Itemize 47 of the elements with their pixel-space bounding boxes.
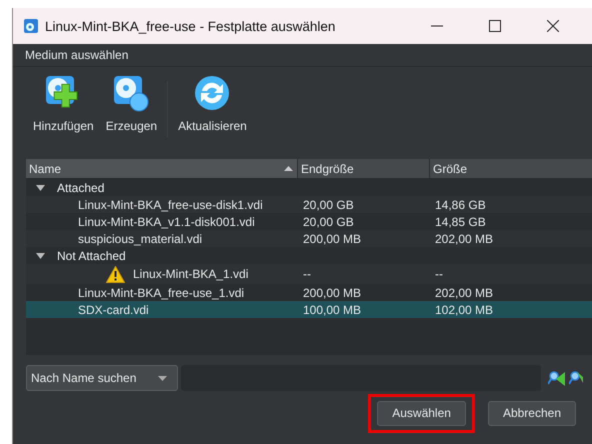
table-cell: SDX-card.vdi bbox=[78, 302, 149, 316]
table-cell: Linux-Mint-BKA_v1.1-disk001.vdi bbox=[78, 214, 255, 228]
search-next-icon[interactable] bbox=[569, 369, 583, 387]
search-mode-dropdown[interactable]: Nach Name suchen bbox=[26, 365, 178, 391]
column-header[interactable]: Größe bbox=[430, 159, 592, 178]
table-cell: suspicious_material.vdi bbox=[78, 232, 202, 246]
toolbar-button[interactable]: Aktualisieren bbox=[176, 73, 249, 145]
column-header[interactable]: Name bbox=[26, 159, 298, 178]
disk-create-icon bbox=[111, 73, 152, 113]
maximize-icon[interactable] bbox=[489, 20, 501, 32]
app-icon bbox=[23, 18, 39, 34]
table-cell: 100,00 MB bbox=[303, 302, 362, 316]
table-cell: Linux-Mint-BKA_free-use_1.vdi bbox=[78, 286, 244, 300]
table-row[interactable]: Linux-Mint-BKA_free-use_1.vdi 200,00 MB 202,00 MB bbox=[26, 284, 592, 301]
close-icon[interactable] bbox=[547, 20, 559, 32]
table-cell: 20,00 GB bbox=[303, 214, 354, 228]
table-cell: 20,00 GB bbox=[303, 198, 354, 212]
table-cell: -- bbox=[303, 267, 311, 281]
table-cell: 102,00 MB bbox=[435, 302, 494, 316]
menu-title[interactable]: Medium auswählen bbox=[25, 48, 128, 62]
toolbar-button[interactable]: Hinzufügen bbox=[31, 73, 96, 145]
table-row[interactable]: SDX-card.vdi 100,00 MB 102,00 MB bbox=[26, 301, 592, 318]
table-cell: 202,00 MB bbox=[435, 232, 494, 246]
window-title: Linux-Mint-BKA_free-use - Festplatte auswählen bbox=[45, 18, 336, 34]
table-row[interactable]: Linux-Mint-BKA_v1.1-disk001.vdi 20,00 GB 14,85 GB bbox=[26, 213, 592, 230]
table-cell: 200,00 MB bbox=[303, 286, 362, 300]
table-cell: 14,85 GB bbox=[435, 214, 486, 228]
table-row[interactable]: suspicious_material.vdi 200,00 MB 202,00 MB bbox=[26, 230, 592, 247]
dialog-button[interactable]: Auswählen bbox=[377, 400, 466, 426]
table-cell: 14,86 GB bbox=[435, 198, 486, 212]
table-row[interactable]: Linux-Mint-BKA_free-use-disk1.vdi 20,00 GB 14,86 GB bbox=[26, 196, 592, 213]
search-previous-icon[interactable] bbox=[548, 369, 566, 387]
group-label[interactable]: Not Attached bbox=[57, 248, 126, 262]
table-cell: Linux-Mint-BKA_free-use-disk1.vdi bbox=[78, 198, 263, 212]
caret-icon bbox=[158, 376, 167, 380]
dialog-button[interactable]: Abbrechen bbox=[488, 400, 576, 426]
sort-arrow-icon bbox=[284, 166, 293, 171]
table-cell: 202,00 MB bbox=[435, 286, 494, 300]
table-cell: Linux-Mint-BKA_1.vdi bbox=[133, 267, 248, 281]
expand-arrow-icon[interactable] bbox=[36, 184, 45, 190]
toolbar-button[interactable]: Erzeugen bbox=[104, 73, 160, 145]
table-cell: -- bbox=[435, 267, 443, 281]
expand-arrow-icon[interactable] bbox=[36, 252, 45, 258]
table-cell: 200,00 MB bbox=[303, 232, 362, 246]
table-row[interactable]: Linux-Mint-BKA_1.vdi -- -- bbox=[26, 264, 592, 284]
group-label[interactable]: Attached bbox=[57, 180, 104, 194]
column-header[interactable]: Endgröße bbox=[298, 159, 430, 178]
